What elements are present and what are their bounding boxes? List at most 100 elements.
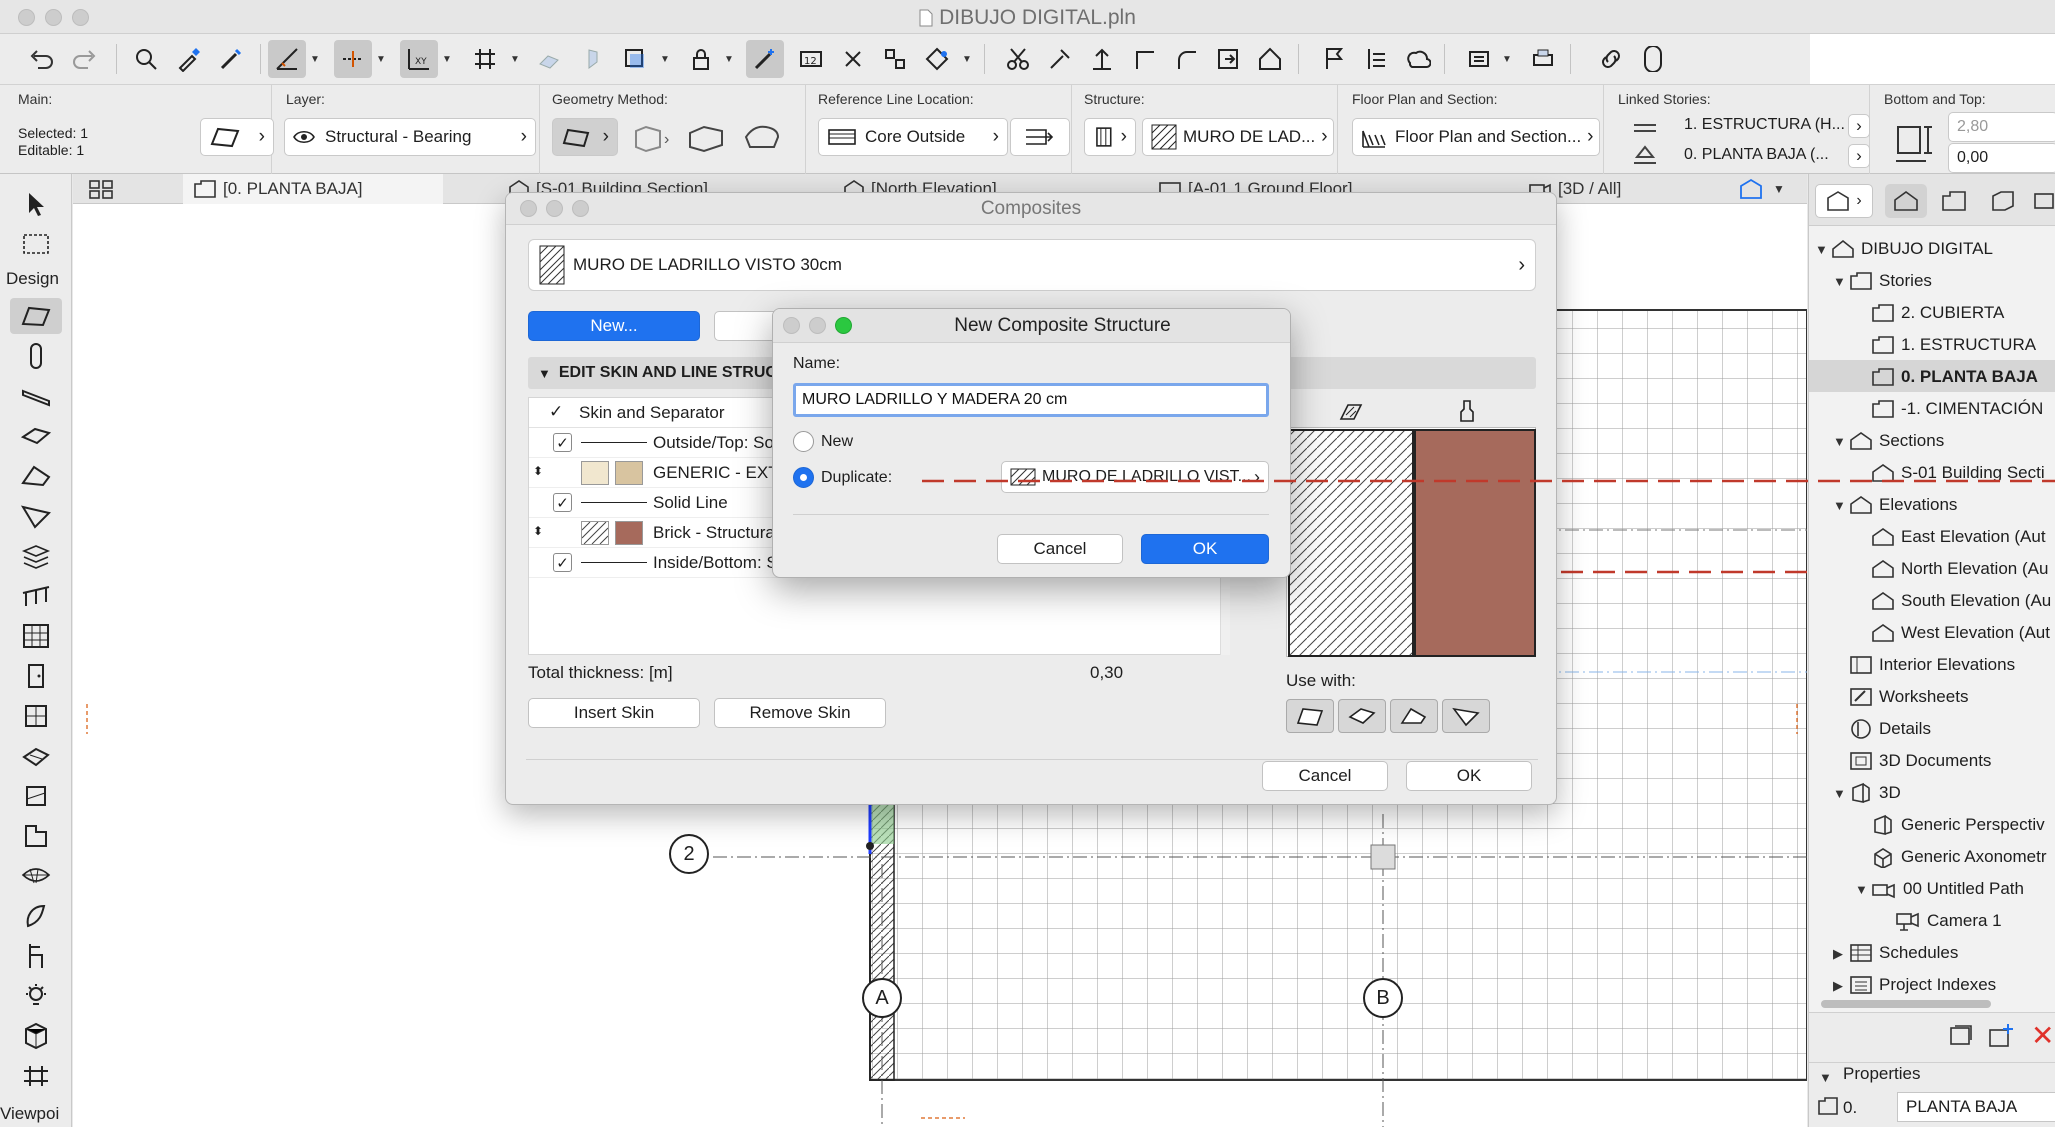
split-icon[interactable] bbox=[999, 40, 1037, 78]
tab-list-menu[interactable]: ▼ bbox=[1733, 174, 1803, 204]
use-with-shell-icon[interactable] bbox=[1442, 699, 1490, 733]
geometry-polygon-icon[interactable] bbox=[684, 123, 728, 153]
intersect-icon[interactable] bbox=[1125, 40, 1163, 78]
view-map-icon[interactable] bbox=[1933, 184, 1975, 218]
nav-untitled-path[interactable]: 00 Untitled Path bbox=[1871, 874, 2024, 904]
duplicate-option-radio[interactable] bbox=[793, 467, 814, 488]
fillet-icon[interactable] bbox=[1167, 40, 1205, 78]
bottom-story-menu-button[interactable]: › bbox=[1848, 144, 1870, 168]
insert-skin-button[interactable]: Insert Skin bbox=[528, 698, 700, 728]
corner-window-tool-icon[interactable] bbox=[16, 818, 56, 854]
redo-icon[interactable] bbox=[66, 40, 104, 78]
nav-story-estructura[interactable]: 1. ESTRUCTURA bbox=[1871, 330, 2036, 360]
nav-worksheets[interactable]: Worksheets bbox=[1849, 682, 1968, 712]
geometry-curved-icon[interactable] bbox=[740, 123, 784, 153]
group-icon[interactable] bbox=[876, 40, 914, 78]
nav-schedules[interactable]: Schedules bbox=[1849, 938, 1958, 968]
new-composite-button[interactable]: New... bbox=[528, 311, 700, 341]
lock-icon[interactable] bbox=[682, 40, 720, 78]
snap-guides-icon[interactable] bbox=[334, 40, 372, 78]
skylight-tool-icon[interactable] bbox=[16, 738, 56, 774]
drag-handle-icon[interactable]: ⬍ bbox=[533, 524, 543, 538]
door-tool-icon[interactable] bbox=[16, 658, 56, 694]
drag-handle-icon[interactable]: ⬍ bbox=[533, 464, 543, 478]
shell-tool-icon[interactable] bbox=[16, 498, 56, 534]
structure-type-button[interactable]: › bbox=[1084, 118, 1136, 156]
trace-icon[interactable] bbox=[574, 40, 612, 78]
nav-interior-elevations[interactable]: Interior Elevations bbox=[1849, 650, 2015, 680]
chevron-down-icon[interactable]: ▼ bbox=[374, 40, 388, 78]
use-with-roof-icon[interactable] bbox=[1390, 699, 1438, 733]
relative-construction-icon[interactable]: XY bbox=[400, 40, 438, 78]
floorplan-section-dropdown[interactable]: Floor Plan and Section... › bbox=[1352, 118, 1600, 156]
nav-generic-perspective[interactable]: Generic Perspectiv bbox=[1871, 810, 2045, 840]
new-option-label[interactable]: New bbox=[821, 433, 853, 451]
adjust-icon[interactable] bbox=[1041, 40, 1079, 78]
wall-tool-settings-button[interactable]: › bbox=[200, 118, 274, 156]
structure-composite-dropdown[interactable]: MURO DE LAD... › bbox=[1142, 118, 1334, 156]
railing-tool-icon[interactable] bbox=[16, 578, 56, 614]
composites-cancel-button[interactable]: Cancel bbox=[1262, 761, 1388, 791]
grid-marker-b[interactable]: B bbox=[1363, 978, 1403, 1018]
window-tool-icon[interactable] bbox=[16, 698, 56, 734]
project-map-icon[interactable] bbox=[1885, 184, 1927, 218]
nav-story-planta-baja[interactable]: 0. PLANTA BAJA bbox=[1871, 362, 2038, 392]
grid-tool-icon[interactable] bbox=[16, 1058, 56, 1094]
use-with-slab-icon[interactable] bbox=[1338, 699, 1386, 733]
nav-elevation-north[interactable]: North Elevation (Au bbox=[1871, 554, 2048, 584]
mesh-tool-icon[interactable] bbox=[16, 858, 56, 894]
top-story-menu-button[interactable]: › bbox=[1848, 114, 1870, 138]
arrow-tool-icon[interactable] bbox=[16, 186, 56, 222]
skin-checkbox[interactable]: ✓ bbox=[553, 433, 572, 452]
nav-3d-documents[interactable]: 3D Documents bbox=[1849, 746, 1991, 776]
nav-elevations-folder[interactable]: Elevations bbox=[1849, 490, 1957, 520]
column-tool-icon[interactable] bbox=[16, 338, 56, 374]
new-composite-ok-button[interactable]: OK bbox=[1141, 534, 1269, 564]
elevate-icon[interactable] bbox=[1083, 40, 1121, 78]
tab-planta-baja[interactable]: [0. PLANTA BAJA] bbox=[183, 174, 443, 204]
object-tool-icon[interactable] bbox=[16, 938, 56, 974]
nav-stories-folder[interactable]: Stories bbox=[1849, 266, 1932, 296]
morph-tool-icon[interactable] bbox=[16, 898, 56, 934]
layers-icon[interactable] bbox=[616, 40, 654, 78]
nav-project-root[interactable]: DIBUJO DIGITAL bbox=[1831, 234, 1993, 264]
use-with-wall-icon[interactable] bbox=[1286, 699, 1334, 733]
nav-sections-folder[interactable]: Sections bbox=[1849, 426, 1944, 456]
grid-marker-2[interactable]: 2 bbox=[669, 834, 709, 874]
reference-offset-button[interactable] bbox=[1010, 118, 1070, 156]
chevron-down-icon[interactable]: ▼ bbox=[1500, 40, 1514, 78]
bimx-icon[interactable] bbox=[1634, 40, 1672, 78]
grid-snap-icon[interactable] bbox=[466, 40, 504, 78]
curtain-wall-tool-icon[interactable] bbox=[16, 618, 56, 654]
undo-icon[interactable] bbox=[22, 40, 60, 78]
stair-tool-icon[interactable] bbox=[16, 538, 56, 574]
chevron-down-icon[interactable]: ▼ bbox=[658, 40, 672, 78]
composite-name-input[interactable] bbox=[793, 383, 1269, 417]
magic-wand-icon[interactable] bbox=[746, 40, 784, 78]
wall-end-tool-icon[interactable] bbox=[16, 778, 56, 814]
publisher-sets-icon[interactable] bbox=[2029, 184, 2055, 218]
find-select-icon[interactable] bbox=[127, 40, 165, 78]
slab-tool-icon[interactable] bbox=[16, 418, 56, 454]
issues-icon[interactable] bbox=[1357, 40, 1395, 78]
layout-book-icon[interactable] bbox=[1981, 184, 2023, 218]
chevron-down-icon[interactable]: ▼ bbox=[722, 40, 736, 78]
grid-marker-a[interactable]: A bbox=[862, 978, 902, 1018]
properties-name-field[interactable]: PLANTA BAJA bbox=[1897, 1092, 2055, 1122]
nav-camera-1[interactable]: Camera 1 bbox=[1895, 906, 2002, 936]
chevron-down-icon[interactable]: ▼ bbox=[308, 40, 322, 78]
publisher-icon[interactable] bbox=[1460, 40, 1498, 78]
new-composite-cancel-button[interactable]: Cancel bbox=[997, 534, 1123, 564]
composite-selector[interactable]: MURO DE LADRILLO VISTO 30cm › bbox=[528, 239, 1536, 291]
eyedropper-icon[interactable] bbox=[170, 40, 208, 78]
teamwork-icon[interactable] bbox=[1399, 40, 1437, 78]
chevron-down-icon[interactable]: ▼ bbox=[508, 40, 522, 78]
marquee-tool-icon[interactable] bbox=[16, 226, 56, 262]
chevron-down-icon[interactable]: ▼ bbox=[440, 40, 454, 78]
nav-story-cubierta[interactable]: 2. CUBIERTA bbox=[1871, 298, 2004, 328]
suspend-groups-icon[interactable] bbox=[530, 40, 568, 78]
navigator-mode-button[interactable]: › bbox=[1815, 184, 1873, 218]
zone-tool-icon[interactable] bbox=[16, 1018, 56, 1054]
new-option-radio[interactable] bbox=[793, 431, 814, 452]
lamp-tool-icon[interactable] bbox=[16, 978, 56, 1014]
